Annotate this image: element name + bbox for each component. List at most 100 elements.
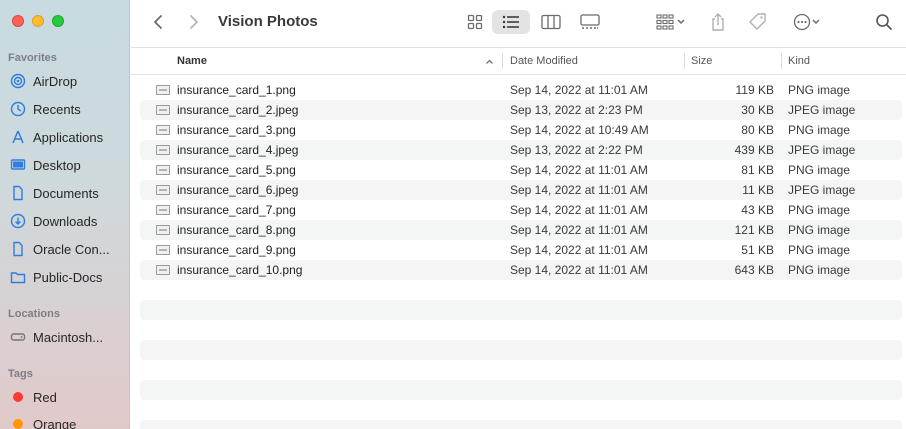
sidebar-item-label: Downloads (33, 213, 98, 229)
column-header-name[interactable]: Name (177, 55, 207, 67)
table-row[interactable]: insurance_card_4.jpeg Sep 13, 2022 at 2:2… (140, 140, 902, 160)
locations-heading: Locations (8, 308, 60, 320)
sidebar: Favorites AirDrop Recents Applications D… (0, 0, 130, 429)
share-button[interactable] (707, 10, 729, 34)
file-date: Sep 14, 2022 at 11:01 AM (510, 223, 648, 237)
file-list: insurance_card_1.png Sep 14, 2022 at 11:0… (140, 80, 902, 280)
table-row[interactable]: insurance_card_2.jpeg Sep 13, 2022 at 2:2… (140, 100, 902, 120)
search-button[interactable] (873, 10, 895, 34)
column-view-button[interactable] (537, 10, 565, 34)
file-date: Sep 14, 2022 at 11:01 AM (510, 163, 648, 177)
tag-icon (749, 13, 766, 30)
file-size: 30 KB (741, 103, 774, 117)
column-header-kind[interactable]: Kind (788, 55, 810, 67)
table-row[interactable]: insurance_card_9.png Sep 14, 2022 at 11:0… (140, 240, 902, 260)
chevron-down-icon (812, 19, 820, 25)
image-file-icon (156, 245, 170, 255)
table-row[interactable]: insurance_card_6.jpeg Sep 14, 2022 at 11:… (140, 180, 902, 200)
columns-icon (541, 14, 561, 30)
zoom-window-button[interactable] (52, 15, 64, 27)
table-row[interactable]: insurance_card_1.png Sep 14, 2022 at 11:0… (140, 80, 902, 100)
sidebar-item-label: Macintosh... (33, 329, 104, 345)
file-kind: PNG image (788, 223, 851, 237)
file-size: 643 KB (734, 263, 774, 277)
file-date: Sep 13, 2022 at 2:22 PM (510, 143, 643, 157)
table-row[interactable]: insurance_card_10.png Sep 14, 2022 at 11:… (140, 260, 902, 280)
back-button[interactable] (149, 10, 167, 34)
empty-row-stripe (140, 380, 902, 400)
icon-view-button[interactable] (461, 10, 489, 34)
column-header-bar: Name Date Modified Size Kind (131, 49, 906, 75)
file-size: 121 KB (734, 223, 774, 237)
tag-button[interactable] (746, 10, 770, 34)
file-name: insurance_card_6.jpeg (177, 183, 299, 197)
orange-tag-dot-icon (13, 419, 23, 429)
sidebar-item-label: Public-Docs (33, 269, 103, 285)
sidebar-item-label: Documents (33, 185, 99, 201)
sidebar-item-documents[interactable]: Documents (0, 182, 130, 204)
sidebar-item-public-docs[interactable]: Public-Docs (0, 266, 130, 288)
column-header-size[interactable]: Size (691, 55, 712, 67)
document-icon (9, 240, 27, 258)
document-icon (9, 184, 27, 202)
image-file-icon (156, 165, 170, 175)
forward-button[interactable] (185, 10, 203, 34)
table-row[interactable]: insurance_card_7.png Sep 14, 2022 at 11:0… (140, 200, 902, 220)
file-size: 439 KB (734, 143, 774, 157)
airdrop-icon (9, 72, 27, 90)
disk-icon (9, 328, 27, 346)
empty-row-stripe (140, 300, 902, 320)
file-date: Sep 14, 2022 at 10:49 AM (510, 123, 649, 137)
column-divider[interactable] (684, 53, 685, 69)
list-view-button[interactable] (492, 10, 530, 34)
sidebar-item-label: Applications (33, 129, 104, 145)
file-kind: PNG image (788, 203, 851, 217)
file-name: insurance_card_10.png (177, 263, 303, 277)
table-row[interactable]: insurance_card_3.png Sep 14, 2022 at 10:4… (140, 120, 902, 140)
file-size: 43 KB (741, 203, 774, 217)
sidebar-item-desktop[interactable]: Desktop (0, 154, 130, 176)
file-kind: JPEG image (788, 143, 856, 157)
sidebar-item-tag-orange[interactable]: Orange (0, 413, 130, 429)
folder-icon (9, 268, 27, 286)
search-icon (876, 14, 892, 30)
sidebar-item-applications[interactable]: Applications (0, 126, 130, 148)
minimize-window-button[interactable] (32, 15, 44, 27)
sidebar-item-label: Orange (33, 416, 77, 429)
sort-ascending-chevron-icon (486, 59, 493, 64)
gallery-view-button[interactable] (576, 10, 604, 34)
more-actions-button[interactable] (787, 10, 827, 34)
sidebar-item-macintosh[interactable]: Macintosh... (0, 326, 130, 348)
group-by-button[interactable] (651, 10, 691, 34)
table-row[interactable]: insurance_card_5.png Sep 14, 2022 at 11:0… (140, 160, 902, 180)
toolbar: Vision Photos (131, 0, 906, 48)
file-name: insurance_card_2.jpeg (177, 103, 299, 117)
sidebar-item-label: Recents (33, 101, 81, 117)
sidebar-item-downloads[interactable]: Downloads (0, 210, 130, 232)
sidebar-item-tag-red[interactable]: Red (0, 386, 130, 408)
column-divider[interactable] (781, 53, 782, 69)
file-name: insurance_card_9.png (177, 243, 296, 257)
desktop-icon (9, 156, 27, 174)
file-kind: PNG image (788, 243, 851, 257)
close-window-button[interactable] (12, 15, 24, 27)
file-date: Sep 14, 2022 at 11:01 AM (510, 83, 648, 97)
sidebar-item-recents[interactable]: Recents (0, 98, 130, 120)
file-kind: PNG image (788, 123, 851, 137)
applications-icon (9, 128, 27, 146)
sidebar-item-airdrop[interactable]: AirDrop (0, 70, 130, 92)
download-icon (9, 212, 27, 230)
empty-row-stripe (140, 340, 902, 360)
column-header-date-modified[interactable]: Date Modified (510, 55, 578, 67)
file-name: insurance_card_3.png (177, 123, 296, 137)
window-controls (12, 15, 64, 27)
gallery-icon (580, 14, 600, 29)
table-row[interactable]: insurance_card_8.png Sep 14, 2022 at 11:0… (140, 220, 902, 240)
image-file-icon (156, 85, 170, 95)
file-date: Sep 14, 2022 at 11:01 AM (510, 203, 648, 217)
chevron-left-icon (154, 15, 162, 29)
image-file-icon (156, 185, 170, 195)
file-name: insurance_card_4.jpeg (177, 143, 299, 157)
column-divider[interactable] (502, 53, 503, 69)
sidebar-item-oracle[interactable]: Oracle Con... (0, 238, 130, 260)
